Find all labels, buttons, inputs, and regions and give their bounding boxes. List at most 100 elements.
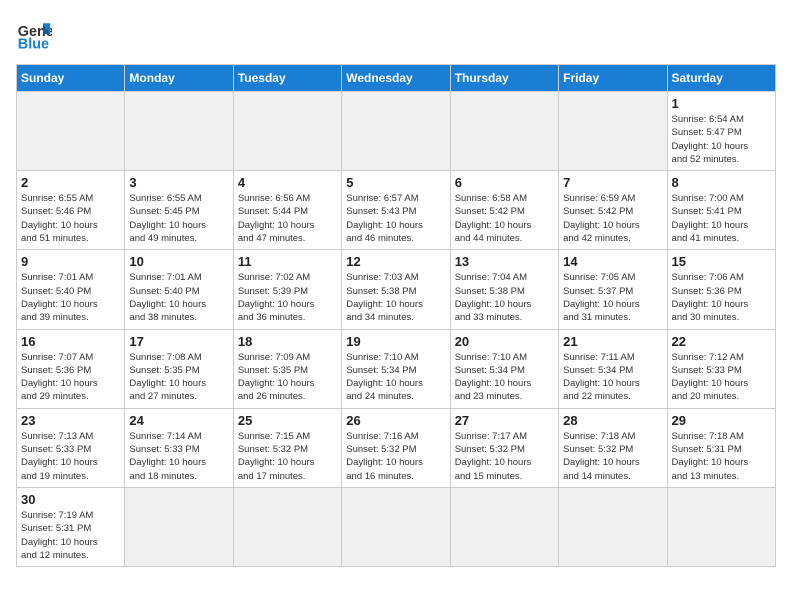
day-info: Sunrise: 7:09 AMSunset: 5:35 PMDaylight:… [238, 351, 337, 404]
calendar-cell: 28 Sunrise: 7:18 AMSunset: 5:32 PMDayligh… [559, 408, 667, 487]
calendar-week-4: 16 Sunrise: 7:07 AMSunset: 5:36 PMDayligh… [17, 329, 776, 408]
day-number: 17 [129, 334, 228, 349]
day-number: 19 [346, 334, 445, 349]
day-number: 29 [672, 413, 771, 428]
day-info: Sunrise: 6:55 AMSunset: 5:45 PMDaylight:… [129, 192, 228, 245]
calendar-cell: 23 Sunrise: 7:13 AMSunset: 5:33 PMDayligh… [17, 408, 125, 487]
calendar-cell: 1 Sunrise: 6:54 AMSunset: 5:47 PMDaylight… [667, 92, 775, 171]
day-info: Sunrise: 7:18 AMSunset: 5:31 PMDaylight:… [672, 430, 771, 483]
day-info: Sunrise: 7:16 AMSunset: 5:32 PMDaylight:… [346, 430, 445, 483]
day-header-tuesday: Tuesday [233, 65, 341, 92]
calendar-cell: 4 Sunrise: 6:56 AMSunset: 5:44 PMDaylight… [233, 171, 341, 250]
day-number: 23 [21, 413, 120, 428]
day-info: Sunrise: 7:10 AMSunset: 5:34 PMDaylight:… [346, 351, 445, 404]
day-info: Sunrise: 7:14 AMSunset: 5:33 PMDaylight:… [129, 430, 228, 483]
calendar-cell [125, 487, 233, 566]
day-info: Sunrise: 7:19 AMSunset: 5:31 PMDaylight:… [21, 509, 120, 562]
day-info: Sunrise: 6:58 AMSunset: 5:42 PMDaylight:… [455, 192, 554, 245]
day-info: Sunrise: 6:56 AMSunset: 5:44 PMDaylight:… [238, 192, 337, 245]
day-info: Sunrise: 7:04 AMSunset: 5:38 PMDaylight:… [455, 271, 554, 324]
day-header-friday: Friday [559, 65, 667, 92]
day-number: 9 [21, 254, 120, 269]
day-number: 25 [238, 413, 337, 428]
calendar-cell: 8Sunrise: 7:00 AMSunset: 5:41 PMDaylight… [667, 171, 775, 250]
calendar-week-3: 9 Sunrise: 7:01 AMSunset: 5:40 PMDaylight… [17, 250, 776, 329]
calendar-cell: 29 Sunrise: 7:18 AMSunset: 5:31 PMDayligh… [667, 408, 775, 487]
calendar-cell: 19 Sunrise: 7:10 AMSunset: 5:34 PMDayligh… [342, 329, 450, 408]
page-header: General Blue [16, 16, 776, 52]
calendar-cell [559, 92, 667, 171]
day-header-thursday: Thursday [450, 65, 558, 92]
logo-icon: General Blue [16, 16, 52, 52]
calendar-cell: 13 Sunrise: 7:04 AMSunset: 5:38 PMDayligh… [450, 250, 558, 329]
day-info: Sunrise: 6:55 AMSunset: 5:46 PMDaylight:… [21, 192, 120, 245]
day-info: Sunrise: 7:01 AMSunset: 5:40 PMDaylight:… [129, 271, 228, 324]
day-number: 14 [563, 254, 662, 269]
day-number: 18 [238, 334, 337, 349]
calendar-cell: 10 Sunrise: 7:01 AMSunset: 5:40 PMDayligh… [125, 250, 233, 329]
day-number: 22 [672, 334, 771, 349]
calendar-cell [233, 92, 341, 171]
day-info: Sunrise: 7:18 AMSunset: 5:32 PMDaylight:… [563, 430, 662, 483]
day-info: Sunrise: 7:11 AMSunset: 5:34 PMDaylight:… [563, 351, 662, 404]
calendar-cell [450, 487, 558, 566]
calendar-cell: 30 Sunrise: 7:19 AMSunset: 5:31 PMDayligh… [17, 487, 125, 566]
logo: General Blue [16, 16, 58, 52]
calendar-cell: 2 Sunrise: 6:55 AMSunset: 5:46 PMDaylight… [17, 171, 125, 250]
calendar-cell: 27 Sunrise: 7:17 AMSunset: 5:32 PMDayligh… [450, 408, 558, 487]
day-number: 13 [455, 254, 554, 269]
day-info: Sunrise: 6:59 AMSunset: 5:42 PMDaylight:… [563, 192, 662, 245]
day-number: 15 [672, 254, 771, 269]
calendar-cell: 14 Sunrise: 7:05 AMSunset: 5:37 PMDayligh… [559, 250, 667, 329]
day-header-wednesday: Wednesday [342, 65, 450, 92]
day-info: Sunrise: 7:17 AMSunset: 5:32 PMDaylight:… [455, 430, 554, 483]
day-number: 21 [563, 334, 662, 349]
day-info: Sunrise: 7:15 AMSunset: 5:32 PMDaylight:… [238, 430, 337, 483]
calendar-cell: 22 Sunrise: 7:12 AMSunset: 5:33 PMDayligh… [667, 329, 775, 408]
day-info: Sunrise: 7:12 AMSunset: 5:33 PMDaylight:… [672, 351, 771, 404]
day-number: 20 [455, 334, 554, 349]
day-number: 16 [21, 334, 120, 349]
day-number: 2 [21, 175, 120, 190]
calendar-week-1: 1 Sunrise: 6:54 AMSunset: 5:47 PMDaylight… [17, 92, 776, 171]
day-number: 24 [129, 413, 228, 428]
day-info: Sunrise: 7:02 AMSunset: 5:39 PMDaylight:… [238, 271, 337, 324]
calendar-cell: 26 Sunrise: 7:16 AMSunset: 5:32 PMDayligh… [342, 408, 450, 487]
day-number: 28 [563, 413, 662, 428]
day-number: 30 [21, 492, 120, 507]
calendar-cell: 6Sunrise: 6:58 AMSunset: 5:42 PMDaylight… [450, 171, 558, 250]
calendar-cell [342, 487, 450, 566]
day-number: 1 [672, 96, 771, 111]
day-number: 11 [238, 254, 337, 269]
day-info: Sunrise: 7:13 AMSunset: 5:33 PMDaylight:… [21, 430, 120, 483]
calendar-cell [233, 487, 341, 566]
calendar: SundayMondayTuesdayWednesdayThursdayFrid… [16, 64, 776, 567]
day-number: 4 [238, 175, 337, 190]
calendar-cell [125, 92, 233, 171]
calendar-cell: 12Sunrise: 7:03 AMSunset: 5:38 PMDayligh… [342, 250, 450, 329]
day-info: Sunrise: 7:03 AMSunset: 5:38 PMDaylight:… [346, 271, 445, 324]
day-info: Sunrise: 7:05 AMSunset: 5:37 PMDaylight:… [563, 271, 662, 324]
day-info: Sunrise: 7:08 AMSunset: 5:35 PMDaylight:… [129, 351, 228, 404]
calendar-cell: 5Sunrise: 6:57 AMSunset: 5:43 PMDaylight… [342, 171, 450, 250]
calendar-cell [342, 92, 450, 171]
calendar-week-6: 30 Sunrise: 7:19 AMSunset: 5:31 PMDayligh… [17, 487, 776, 566]
calendar-cell [667, 487, 775, 566]
calendar-cell [17, 92, 125, 171]
calendar-cell: 20Sunrise: 7:10 AMSunset: 5:34 PMDayligh… [450, 329, 558, 408]
day-number: 10 [129, 254, 228, 269]
day-number: 5 [346, 175, 445, 190]
day-info: Sunrise: 6:54 AMSunset: 5:47 PMDaylight:… [672, 113, 771, 166]
calendar-cell: 3 Sunrise: 6:55 AMSunset: 5:45 PMDaylight… [125, 171, 233, 250]
calendar-week-5: 23 Sunrise: 7:13 AMSunset: 5:33 PMDayligh… [17, 408, 776, 487]
calendar-cell: 18 Sunrise: 7:09 AMSunset: 5:35 PMDayligh… [233, 329, 341, 408]
day-number: 26 [346, 413, 445, 428]
calendar-cell [559, 487, 667, 566]
calendar-cell: 24 Sunrise: 7:14 AMSunset: 5:33 PMDayligh… [125, 408, 233, 487]
calendar-cell: 16 Sunrise: 7:07 AMSunset: 5:36 PMDayligh… [17, 329, 125, 408]
day-info: Sunrise: 7:01 AMSunset: 5:40 PMDaylight:… [21, 271, 120, 324]
day-header-monday: Monday [125, 65, 233, 92]
day-number: 27 [455, 413, 554, 428]
day-number: 3 [129, 175, 228, 190]
day-info: Sunrise: 7:07 AMSunset: 5:36 PMDaylight:… [21, 351, 120, 404]
